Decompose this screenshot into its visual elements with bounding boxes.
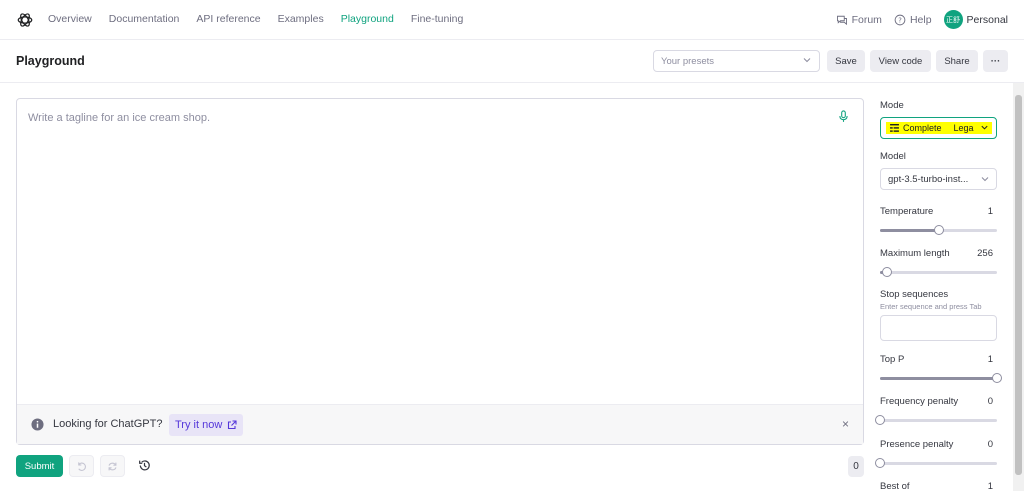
regenerate-icon [108,462,117,470]
scrollbar-thumb[interactable] [1015,95,1022,475]
account-menu[interactable]: 正舒 Personal [943,10,1008,29]
panel-scrollbar[interactable] [1013,83,1024,491]
frequency-penalty-label: Frequency penalty [880,396,959,407]
top-p-slider[interactable] [880,373,1002,383]
slider-thumb[interactable] [933,225,944,235]
presence-penalty-label: Presence penalty [880,439,954,450]
help-icon: ? [894,14,906,25]
mode-value: Complete [903,123,942,133]
temperature-value[interactable]: 1 [988,206,993,217]
help-link[interactable]: ? Help [894,14,932,26]
submit-button[interactable]: Submit [16,455,63,477]
slider-thumb[interactable] [875,458,885,468]
slider-fill [880,229,939,232]
mode-select[interactable]: Complete Lega [880,117,997,139]
forum-label: Forum [851,13,882,26]
top-p-value[interactable]: 1 [988,354,993,365]
top-navigation: Overview Documentation API reference Exa… [0,0,1024,40]
microphone-icon[interactable] [839,110,848,123]
mode-label: Mode [880,100,904,111]
legacy-tag: Lega [953,123,974,133]
complete-mode-icon [890,124,899,132]
share-button[interactable]: Share [936,50,978,72]
account-label: Personal [966,13,1008,26]
slider-fill [880,377,997,380]
stop-sequences-label: Stop sequences [880,289,949,300]
help-label: Help [909,13,932,26]
frequency-penalty-slider[interactable] [875,415,997,425]
settings-panel: Mode Complete Lega Model gpt-3.5-turbo-i… [875,83,1002,492]
presets-select[interactable]: Your presets [653,50,820,72]
view-code-button[interactable]: View code [870,50,931,72]
best-of-value[interactable]: 1 [988,481,993,492]
info-icon [31,418,44,431]
frequency-penalty-value[interactable]: 0 [988,396,993,407]
nav-documentation[interactable]: Documentation [109,13,180,25]
avatar: 正舒 [943,10,963,29]
maximum-length-slider[interactable] [880,267,997,277]
nav-fine-tuning[interactable]: Fine-tuning [411,13,464,25]
banner-message: Looking for ChatGPT? [53,418,163,430]
token-count-badge: 0 [848,456,864,477]
slider-thumb[interactable] [992,373,1002,383]
model-value: gpt-3.5-turbo-inst... [888,174,969,185]
external-link-icon [228,420,237,430]
regenerate-button[interactable] [100,455,125,477]
openai-logo-icon[interactable] [16,11,34,29]
nav-api-reference[interactable]: API reference [196,13,260,25]
slider-thumb[interactable] [875,415,885,425]
model-label: Model [880,151,906,162]
try-it-now-link[interactable]: Try it now [169,414,244,436]
nav-overview[interactable]: Overview [48,13,92,25]
maximum-length-label: Maximum length [880,248,950,259]
chevron-down-icon [803,58,811,63]
stop-sequences-hint: Enter sequence and press Tab [880,302,982,311]
temperature-label: Temperature [880,206,934,217]
undo-button[interactable] [69,455,94,477]
prompt-editor[interactable]: Write a tagline for an ice cream shop. L… [16,98,864,445]
stop-sequences-input[interactable] [880,315,997,341]
presence-penalty-value[interactable]: 0 [988,439,993,450]
presets-placeholder: Your presets [661,56,714,67]
chevron-down-icon [980,174,990,184]
chat-bubble-icon [836,15,847,25]
history-icon[interactable] [138,459,151,472]
best-of-label: Best of [880,481,910,492]
nav-right: Forum ? Help 正舒 Personal [836,10,1008,29]
model-select[interactable]: gpt-3.5-turbo-inst... [880,168,997,190]
maximum-length-value[interactable]: 256 [977,248,993,259]
nav-playground[interactable]: Playground [341,13,394,25]
page-header: Playground Your presets Save View code S… [0,40,1024,83]
chatgpt-banner: Looking for ChatGPT? Try it now × [17,404,863,444]
page-title: Playground [16,54,85,68]
nav-examples[interactable]: Examples [278,13,324,25]
close-banner-button[interactable]: × [842,417,849,431]
mode-selected-value: Complete Lega [886,122,992,134]
try-it-now-label: Try it now [175,419,223,431]
forum-link[interactable]: Forum [836,14,882,26]
chevron-down-icon [981,125,988,130]
save-button[interactable]: Save [827,50,865,72]
undo-icon [78,461,86,471]
svg-text:?: ? [898,16,902,24]
presence-penalty-slider[interactable] [875,458,997,468]
nav-links: Overview Documentation API reference Exa… [48,13,463,25]
temperature-slider[interactable] [880,225,997,235]
more-options-button[interactable]: ··· [983,50,1008,72]
top-p-label: Top P [880,354,905,365]
slider-thumb[interactable] [882,267,893,277]
prompt-placeholder: Write a tagline for an ice cream shop. [28,112,210,124]
